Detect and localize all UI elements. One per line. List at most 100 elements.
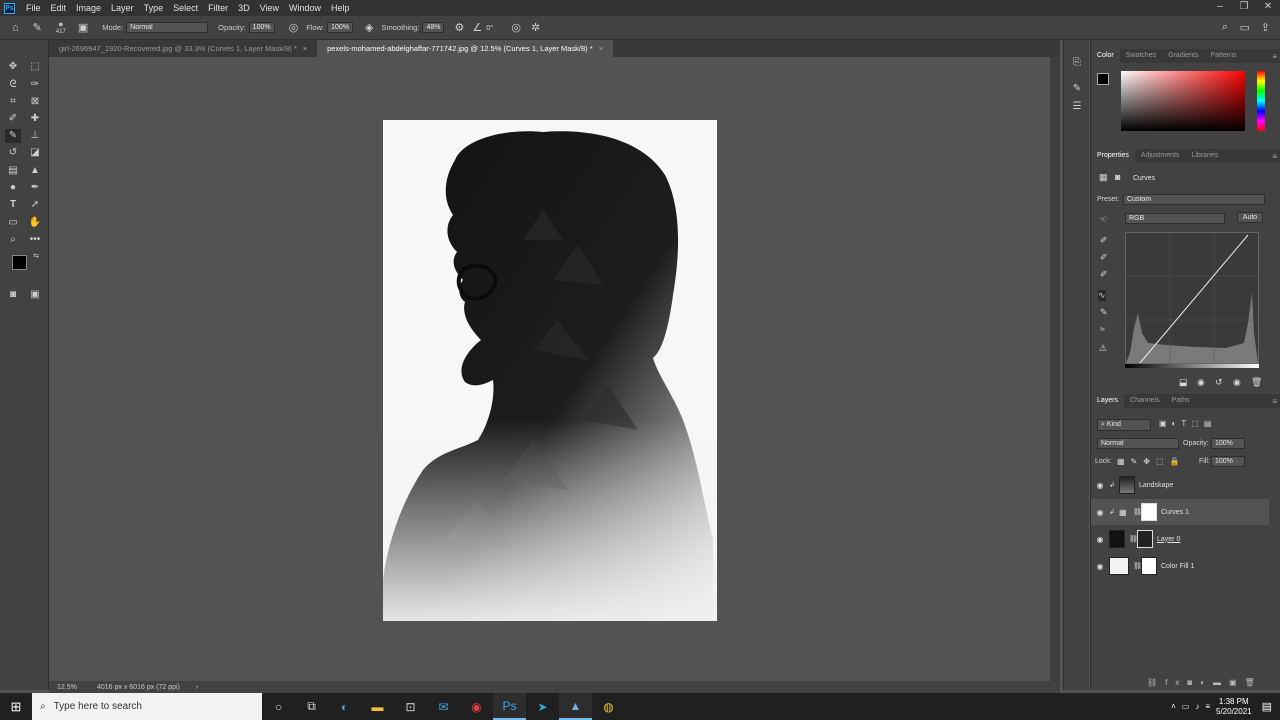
pen-tool-icon[interactable]: ✒ <box>27 181 43 195</box>
tab-layers[interactable]: Layers <box>1091 394 1125 408</box>
eyedropper-tool-icon[interactable]: ✐ <box>5 112 21 126</box>
symmetry-icon[interactable]: ✲ <box>531 21 540 34</box>
mode-select[interactable]: Normal <box>126 22 209 33</box>
menu-edit[interactable]: Edit <box>46 3 72 13</box>
gray-point-eyedropper-icon[interactable]: ✐ <box>1100 252 1108 263</box>
mask-icon[interactable]: ◙ <box>1115 172 1120 182</box>
chrome-icon[interactable]: ◍ <box>592 693 625 720</box>
eraser-tool-icon[interactable]: ◪ <box>27 146 43 160</box>
brush-tool-icon[interactable]: ✎ <box>5 129 21 143</box>
menu-image[interactable]: Image <box>71 3 106 13</box>
edge-icon[interactable]: ◐ <box>328 693 361 720</box>
layer-name[interactable]: Layer 0 <box>1157 536 1180 543</box>
telegram-icon[interactable]: ➤ <box>526 693 559 720</box>
layer-filter-select[interactable]: ⌕ Kind <box>1097 419 1151 431</box>
close-icon[interactable]: ✕ <box>1256 0 1280 16</box>
visibility-eye-icon[interactable]: ◉ <box>1091 481 1109 490</box>
close-tab-icon[interactable]: × <box>303 44 307 53</box>
clock[interactable]: 1:38 PM 5/20/2021 <box>1216 697 1252 717</box>
brush-settings-icon[interactable]: ▣ <box>78 21 88 34</box>
quick-mask-icon[interactable]: ◙ <box>5 288 21 302</box>
clipping-warning-icon[interactable]: ⚠ <box>1099 343 1107 354</box>
menu-layer[interactable]: Layer <box>106 3 139 13</box>
menu-type[interactable]: Type <box>139 3 169 13</box>
path-select-tool-icon[interactable]: ➚ <box>27 198 43 212</box>
auto-button[interactable]: Auto <box>1237 212 1263 223</box>
visibility-eye-icon[interactable]: ◉ <box>1233 377 1241 388</box>
workspace-icon[interactable]: ▭ <box>1240 21 1250 34</box>
layer-name[interactable]: Color Fill 1 <box>1161 563 1194 570</box>
frame-tool-icon[interactable]: ⊠ <box>27 95 43 109</box>
clip-to-layer-icon[interactable]: ⬓ <box>1179 377 1188 388</box>
type-tool-icon[interactable]: T <box>5 198 21 212</box>
swap-colors-icon[interactable]: ⇆ <box>28 250 44 264</box>
layer-row-selected[interactable]: ◉ ↲ ▦ ⛓ Curves 1 <box>1091 499 1269 525</box>
language-icon[interactable]: ≡ <box>1205 702 1210 711</box>
tab-color[interactable]: Color <box>1091 49 1120 63</box>
zoom-level[interactable]: 12.5% <box>57 684 93 691</box>
black-point-eyedropper-icon[interactable]: ✐ <box>1100 235 1108 246</box>
gradient-tool-icon[interactable]: ▤ <box>5 164 21 178</box>
document-canvas[interactable] <box>383 120 717 621</box>
flow-input[interactable]: 100% <box>327 22 354 33</box>
more-tools-icon[interactable]: ••• <box>27 233 43 247</box>
volume-icon[interactable]: ♪ <box>1195 702 1199 711</box>
smooth-curve-icon[interactable]: ≈ <box>1100 324 1105 334</box>
tab-paths[interactable]: Paths <box>1166 394 1196 408</box>
tray-chevron-icon[interactable]: ˄ <box>1171 702 1176 711</box>
airbrush-icon[interactable]: ◈ <box>365 21 373 34</box>
menu-window[interactable]: Window <box>284 3 326 13</box>
preset-select[interactable]: Custom <box>1123 194 1265 205</box>
hue-slider[interactable] <box>1257 71 1265 131</box>
foreground-color-swatch[interactable] <box>12 255 27 270</box>
menu-file[interactable]: File <box>21 3 46 13</box>
tab-channels[interactable]: Channels <box>1124 394 1166 408</box>
fill-input[interactable]: 100% <box>1211 456 1245 467</box>
zoom-tool-icon[interactable]: ⌕ <box>5 233 21 247</box>
menu-help[interactable]: Help <box>326 3 355 13</box>
quick-select-tool-icon[interactable]: ✑ <box>27 78 43 92</box>
layer-name[interactable]: Curves 1 <box>1161 509 1189 516</box>
brush-presets-icon[interactable]: ✎ <box>1069 82 1085 96</box>
history-brush-tool-icon[interactable]: ↺ <box>5 146 21 160</box>
layer-name[interactable]: Landskape <box>1139 482 1173 489</box>
app-red-icon[interactable]: ◉ <box>460 693 493 720</box>
move-tool-icon[interactable]: ✥ <box>5 60 21 74</box>
tab-properties[interactable]: Properties <box>1091 149 1135 163</box>
blur-tool-icon[interactable]: ▲ <box>27 164 43 178</box>
rectangle-tool-icon[interactable]: ▭ <box>5 216 21 230</box>
white-point-eyedropper-icon[interactable]: ✐ <box>1100 269 1108 280</box>
blend-mode-select[interactable]: Normal <box>1097 438 1179 449</box>
layer-mask-thumbnail[interactable] <box>1141 557 1157 575</box>
restore-icon[interactable]: ❐ <box>1232 0 1256 16</box>
healing-brush-tool-icon[interactable]: ✚ <box>27 112 43 126</box>
layer-filter-icons[interactable]: ▣◐T⬚▤ <box>1159 419 1216 428</box>
close-tab-icon[interactable]: × <box>599 44 603 53</box>
menu-select[interactable]: Select <box>168 3 203 13</box>
share-icon[interactable]: ⇪ <box>1261 21 1270 34</box>
panel-menu-icon[interactable]: ≡ <box>1272 152 1277 161</box>
panel-menu-icon[interactable]: ≡ <box>1272 52 1277 61</box>
layer-opacity-input[interactable]: 100% <box>1211 438 1245 449</box>
photoshop-taskbar-icon[interactable]: Ps <box>493 693 526 720</box>
task-view-icon[interactable]: ⧉ <box>295 693 328 720</box>
color-field[interactable] <box>1121 71 1245 131</box>
curves-graph[interactable] <box>1125 232 1259 364</box>
curves-adjustment-icon[interactable]: ▦ <box>1099 172 1108 183</box>
tab-adjustments[interactable]: Adjustments <box>1135 149 1186 163</box>
layer-actions-bar[interactable]: ⛓fx◙◐▬▣🗑 <box>1147 678 1263 687</box>
trash-icon[interactable]: 🗑 <box>1251 377 1262 388</box>
channel-select[interactable]: RGB <box>1125 213 1225 224</box>
history-icon[interactable]: ⎘ <box>1069 56 1085 70</box>
tab-swatches[interactable]: Swatches <box>1120 49 1162 63</box>
curve-pencil-icon[interactable]: ✎ <box>1100 307 1108 318</box>
pressure-size-icon[interactable]: ◎ <box>511 21 521 34</box>
visibility-eye-icon[interactable]: ◉ <box>1091 535 1109 544</box>
reset-icon[interactable]: ↺ <box>1215 377 1223 388</box>
adjustments-sliders-icon[interactable]: ☰ <box>1069 100 1085 114</box>
view-previous-icon[interactable]: ◉ <box>1197 377 1205 388</box>
taskbar-search-box[interactable]: ⌕ Type here to search <box>32 693 262 720</box>
layer-row[interactable]: ◉ ↲ Landskape <box>1091 472 1269 498</box>
home-icon[interactable]: ⌂ <box>12 22 19 34</box>
dodge-tool-icon[interactable]: ● <box>5 181 21 195</box>
